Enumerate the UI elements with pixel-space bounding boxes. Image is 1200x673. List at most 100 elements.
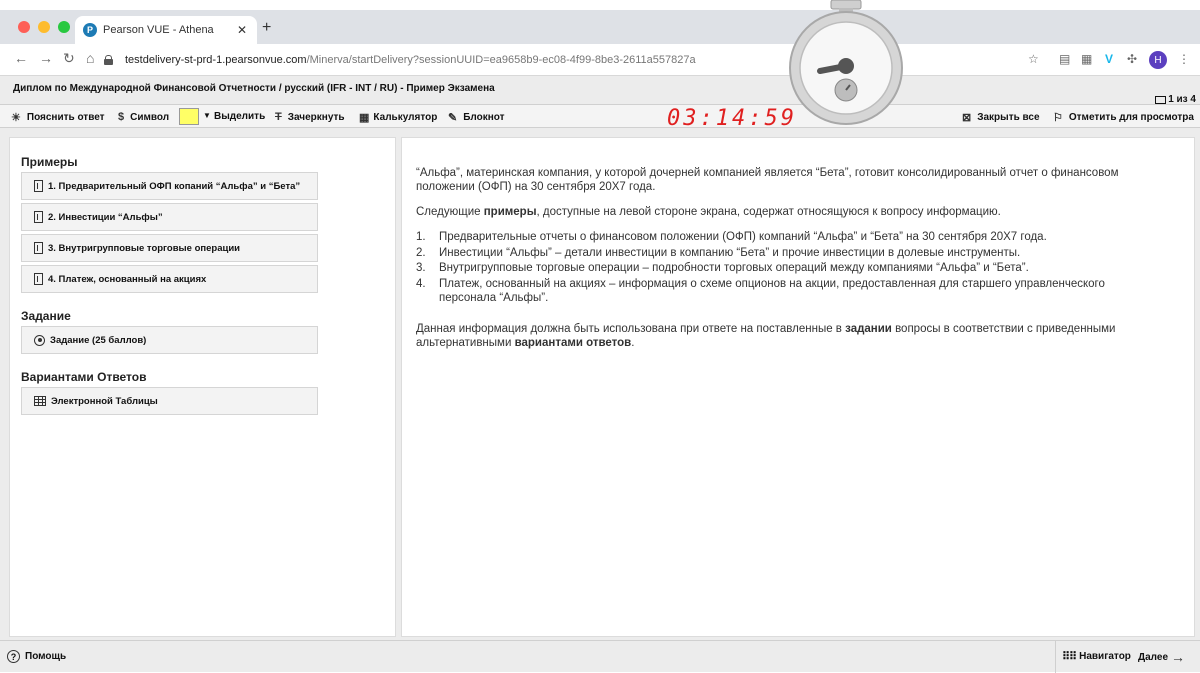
examples-paragraph-text: Следующие (416, 206, 484, 218)
caret-down-icon[interactable]: ▼ (203, 111, 211, 120)
pearson-favicon-icon: P (83, 23, 97, 37)
examples-list: 1. Предварительные отчеты о финансовом по… (416, 230, 1156, 305)
list-item-text: Инвестиции “Альфы” – детали инвестиции в… (439, 246, 1021, 259)
task-section-header: Задание (21, 309, 71, 323)
dollar-icon: $ (118, 111, 125, 123)
instruction-text: Данная информация должна быть использова… (416, 322, 846, 335)
example-item-3[interactable]: 3. Внутригрупповые торговые операции (21, 234, 318, 262)
grid-dots-icon: ⠿⠿ (1062, 651, 1077, 663)
new-tab-icon[interactable]: + (262, 19, 271, 37)
tab-close-icon[interactable]: ✕ (237, 23, 247, 37)
navigator-button[interactable]: ⠿⠿ Навигатор (1062, 650, 1131, 663)
browser-tab[interactable]: P Pearson VUE - Athena ✕ (75, 16, 257, 44)
highlight-label: Выделить (214, 111, 266, 122)
example-item-label: 4. Платеж, основанный на акциях (48, 273, 207, 285)
highlight-button[interactable]: Выделить (214, 111, 265, 122)
answers-keyword: вариантами ответов (514, 336, 632, 349)
symbol-button[interactable]: $ Символ (118, 111, 169, 123)
list-item-text: Внутригрупповые торговые операции – подр… (439, 262, 1029, 274)
spreadsheet-item[interactable]: Электронной Таблицы (21, 387, 318, 415)
list-item-text: Платеж, основанный на акциях – информаци… (439, 277, 1105, 304)
arrow-right-icon: → (1171, 649, 1186, 665)
examples-paragraph: Следующие примеры, доступные на левой ст… (416, 205, 1156, 219)
url-path: /Minerva/startDelivery?sessionUUID=ea965… (306, 54, 696, 66)
target-icon (34, 334, 45, 346)
menu-kebab-icon[interactable]: ⋮ (1178, 52, 1190, 66)
browser-toolbar: ← → ↻ ⌂ testdelivery-st-prd-1.pearsonvue… (0, 44, 1200, 76)
extension-icon[interactable]: ▤ (1059, 52, 1070, 66)
document-icon (34, 180, 43, 192)
url-host: testdelivery-st-prd-1.pearsonvue.com (125, 54, 307, 66)
explain-answer-button[interactable]: ☀ Пояснить ответ (11, 111, 105, 124)
flag-for-review-button[interactable]: ⚐ Отметить для просмотра (1053, 111, 1194, 124)
url-text: testdelivery-st-prd-1.pearsonvue.com/Min… (125, 54, 696, 66)
list-item: 4. Платеж, основанный на акциях – информа… (416, 277, 1156, 305)
example-item-2[interactable]: 2. Инвестиции “Альфы” (21, 203, 318, 231)
example-item-1[interactable]: 1. Предварительный ОФП копаний “Альфа” и… (21, 172, 318, 200)
list-item-number: 1. (416, 231, 426, 243)
monitor-icon (1155, 95, 1167, 104)
reload-icon[interactable]: ↻ (63, 50, 75, 67)
close-all-button[interactable]: ⊠ Закрыть все (962, 111, 1040, 124)
list-item: 3. Внутригрупповые торговые операции – по… (416, 261, 1156, 275)
left-navigation-pane: Примеры 1. Предварительный ОФП копаний “… (9, 137, 396, 637)
window-zoom-button[interactable] (58, 21, 70, 33)
task-item-label: Задание (25 баллов) (50, 334, 147, 346)
extension-icon[interactable]: ▦ (1081, 52, 1092, 66)
task-item[interactable]: Задание (25 баллов) (21, 326, 318, 354)
examples-section-header: Примеры (21, 155, 78, 169)
window-minimize-button[interactable] (38, 21, 50, 33)
example-item-label: 2. Инвестиции “Альфы” (48, 211, 163, 223)
document-icon (34, 211, 43, 223)
help-label: Помощь (25, 651, 67, 662)
answers-section-header: Вариантами Ответов (21, 370, 147, 384)
window-close-button[interactable] (18, 21, 30, 33)
intro-paragraph: “Альфа”, материнская компания, у которой… (416, 167, 1119, 193)
next-button[interactable]: Далее → (1138, 649, 1185, 665)
exam-title: Диплом по Международной Финансовой Отчет… (13, 83, 495, 94)
footer-divider (1055, 641, 1056, 673)
close-window-icon: ⊠ (962, 112, 972, 124)
strikethrough-button[interactable]: T Зачеркнуть (275, 111, 345, 123)
calculator-icon: ▦ (359, 112, 370, 124)
example-item-label: 3. Внутригрупповые торговые операции (48, 242, 241, 254)
browser-window: P Pearson VUE - Athena ✕ + ← → ↻ ⌂ testd… (0, 10, 1200, 673)
question-text: “Альфа”, материнская компания, у которой… (416, 166, 1156, 361)
bookmark-star-icon[interactable]: ☆ (1028, 52, 1039, 66)
list-item-text: Предварительные отчеты о финансовом поло… (439, 231, 1047, 243)
question-content-pane: “Альфа”, материнская компания, у которой… (401, 137, 1195, 637)
vimeo-extension-icon[interactable]: V (1105, 52, 1113, 66)
notepad-label: Блокнот (463, 112, 505, 123)
list-item: 1. Предварительные отчеты о финансовом по… (416, 230, 1156, 244)
navigator-label: Навигатор (1079, 651, 1131, 662)
extensions-puzzle-icon[interactable]: ✣ (1127, 52, 1137, 66)
example-item-4[interactable]: 4. Платеж, основанный на акциях (21, 265, 318, 293)
pencil-icon: ✎ (448, 112, 458, 124)
example-item-label: 1. Предварительный ОФП копаний “Альфа” и… (48, 180, 301, 192)
profile-avatar[interactable]: H (1149, 51, 1167, 69)
calculator-button[interactable]: ▦ Калькулятор (359, 111, 437, 124)
forward-icon[interactable]: → (39, 50, 53, 66)
exam-toolbar: ☀ Пояснить ответ $ Символ ▼ Выделить T З… (0, 104, 1200, 131)
explain-answer-label: Пояснить ответ (26, 112, 105, 123)
close-all-label: Закрыть все (977, 112, 1040, 123)
stopwatch-icon (789, 0, 903, 125)
back-icon[interactable]: ← (14, 50, 28, 66)
flag-for-review-label: Отметить для просмотра (1068, 112, 1194, 123)
examples-keyword: примеры (483, 206, 537, 218)
examples-paragraph-text: , доступные на левой стороне экрана, сод… (536, 206, 1001, 218)
calculator-label: Калькулятор (373, 112, 438, 123)
list-item-number: 2. (416, 246, 426, 259)
help-button[interactable]: ? Помощь (7, 650, 66, 663)
next-label: Далее (1138, 651, 1169, 663)
notepad-button[interactable]: ✎ Блокнот (448, 111, 505, 124)
strikethrough-icon: T (275, 111, 282, 123)
lock-icon (104, 55, 113, 65)
spreadsheet-item-label: Электронной Таблицы (51, 395, 158, 407)
home-icon[interactable]: ⌂ (86, 50, 94, 66)
symbol-label: Символ (130, 111, 170, 123)
flag-icon: ⚐ (1053, 112, 1063, 124)
highlight-color-swatch[interactable] (179, 108, 199, 125)
address-bar[interactable]: testdelivery-st-prd-1.pearsonvue.com/Min… (104, 48, 1054, 72)
question-mark-icon: ? (7, 650, 20, 663)
